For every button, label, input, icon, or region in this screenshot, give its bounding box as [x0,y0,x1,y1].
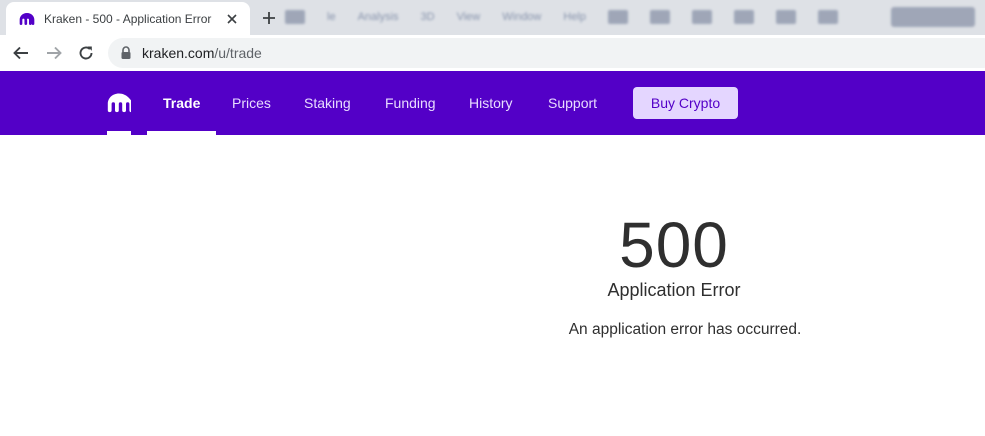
url-domain: kraken.com [142,45,215,61]
background-toolbar-button [818,10,838,24]
kraken-logo-icon [19,12,35,25]
browser-tab-strip: le Analysis 3D View Window Help Kraken -… [0,0,985,35]
tab-title: Kraken - 500 - Application Error [44,11,212,26]
logo-active-indicator [107,131,131,135]
background-menu-item: 3D [420,11,435,23]
buy-crypto-button[interactable]: Buy Crypto [633,87,738,119]
arrow-left-icon [13,46,28,60]
background-menu-item: le [327,11,336,23]
kraken-logo-icon[interactable] [107,93,131,113]
background-toolbar-button [608,10,628,24]
reload-button[interactable] [75,42,97,64]
background-toolbar-button [734,10,754,24]
background-app-toolbar: le Analysis 3D View Window Help [285,4,985,30]
background-toolbar-button [285,10,305,24]
background-menu-item: Help [563,11,586,23]
background-toolbar-button [891,7,975,27]
background-menu-item: View [456,11,481,23]
address-url: kraken.com/u/trade [142,45,262,61]
site-navbar: Trade Prices Staking Funding History Sup… [0,71,985,135]
nav-item-label: Prices [232,95,271,111]
background-menu-item: Analysis [357,11,399,23]
arrow-right-icon [47,46,62,60]
nav-item-funding[interactable]: Funding [385,71,436,135]
error-message: An application error has occurred. [568,321,802,338]
buy-crypto-label: Buy Crypto [650,95,721,111]
nav-item-trade[interactable]: Trade [147,71,217,135]
background-toolbar-button [650,10,670,24]
plus-icon [263,12,275,24]
nav-item-label: Support [548,95,598,111]
nav-item-label: Funding [385,95,436,111]
background-menu-item: Window [502,11,542,23]
nav-item-staking[interactable]: Staking [304,71,351,135]
nav-item-prices[interactable]: Prices [232,71,271,135]
nav-item-label: Staking [304,95,351,111]
reload-icon [79,46,93,60]
error-code: 500 [619,209,729,281]
lock-icon [121,46,131,59]
nav-item-label: Trade [163,95,201,111]
background-toolbar-button [776,10,796,24]
new-tab-button[interactable] [258,7,280,29]
back-button[interactable] [10,42,32,64]
nav-item-label: History [469,95,513,111]
address-bar[interactable]: kraken.com/u/trade [108,38,985,68]
url-path: /u/trade [214,45,262,61]
forward-button[interactable] [43,42,65,64]
nav-active-indicator [147,131,217,135]
close-icon[interactable] [224,11,240,27]
browser-toolbar: kraken.com/u/trade [0,35,985,71]
nav-item-support[interactable]: Support [548,71,597,135]
error-title: Application Error [607,280,741,300]
background-toolbar-button [692,10,712,24]
browser-tab-active[interactable]: Kraken - 500 - Application Error [6,2,250,35]
nav-item-history[interactable]: History [469,71,513,135]
